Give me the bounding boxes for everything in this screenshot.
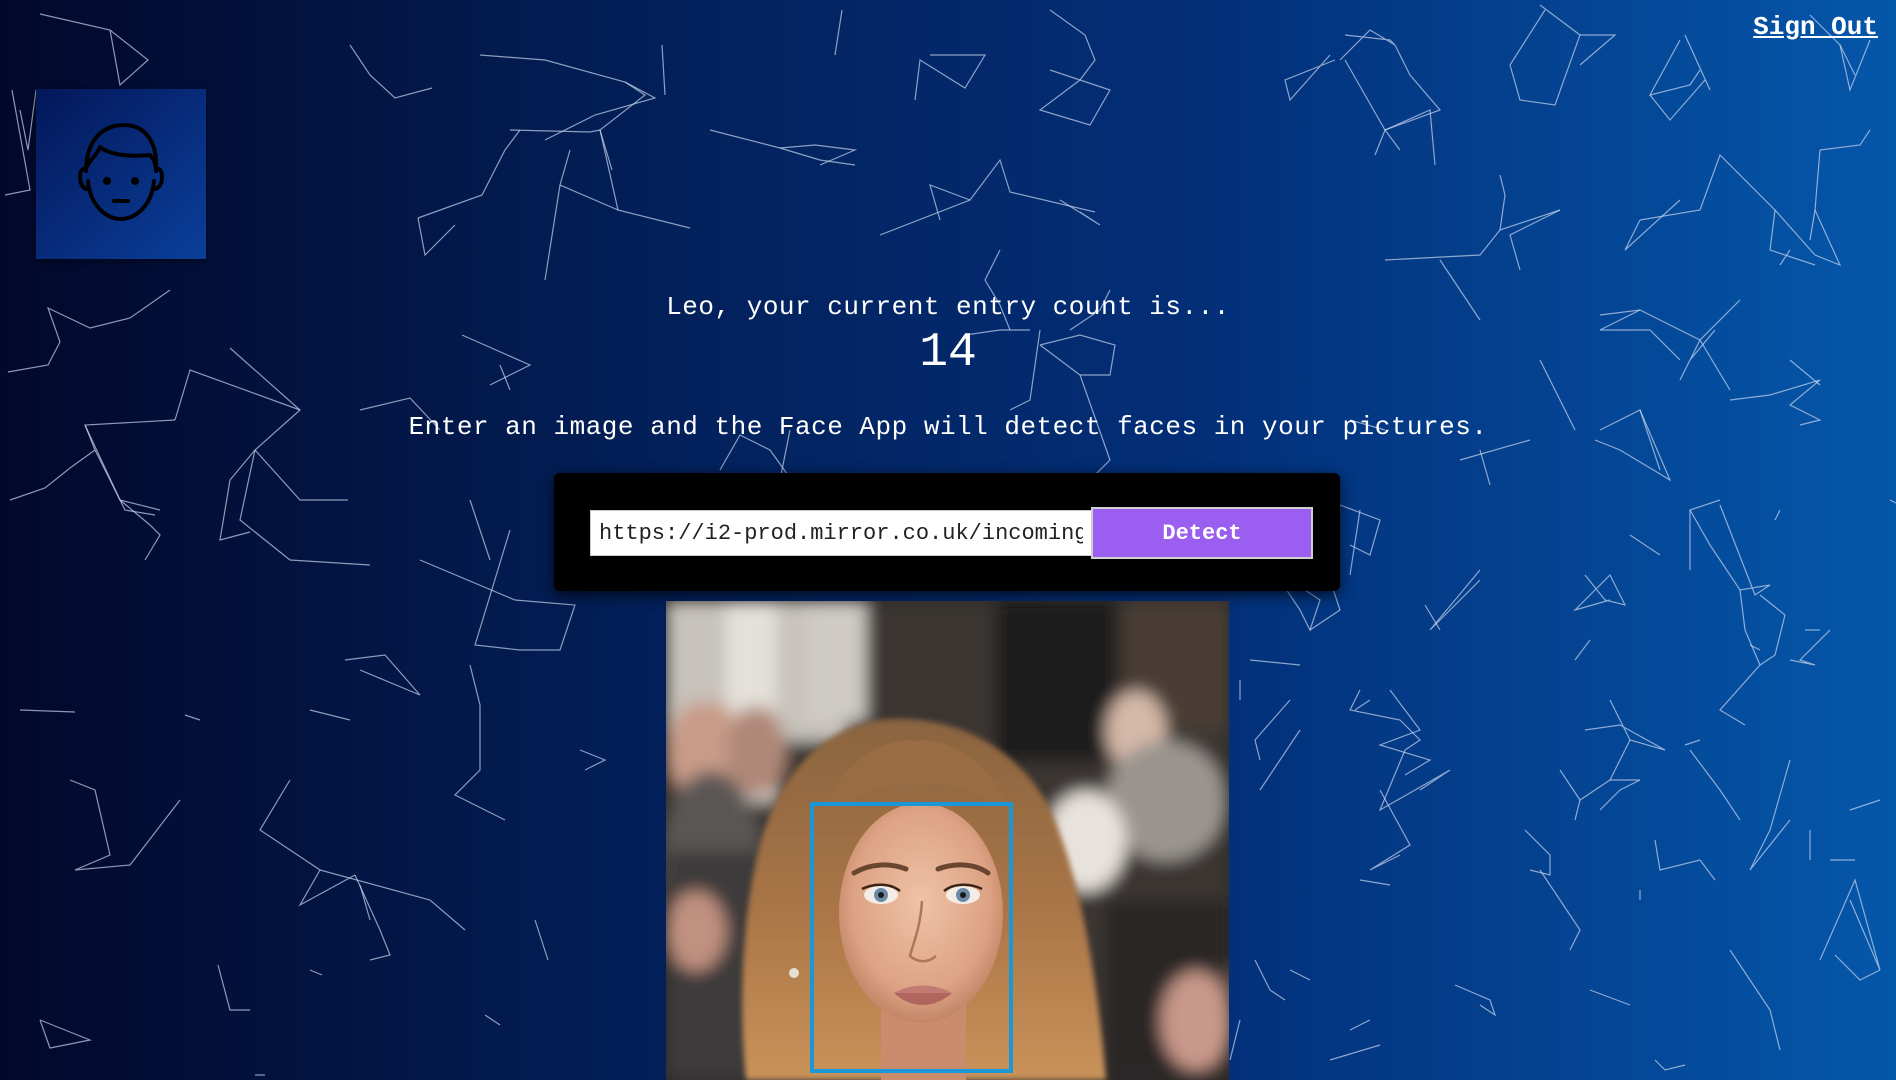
face-outline-icon <box>78 123 164 221</box>
entry-count-value: 14 <box>919 326 977 380</box>
instructions-text: Enter an image and the Face App will det… <box>408 412 1488 442</box>
image-url-form: Detect <box>554 473 1340 591</box>
result-image <box>666 601 1229 1080</box>
image-url-input[interactable] <box>590 510 1092 556</box>
entry-count-message: Leo, your current entry count is... <box>666 292 1230 322</box>
app-logo <box>36 89 206 259</box>
face-bounding-box <box>810 802 1013 1073</box>
sign-out-link[interactable]: Sign Out <box>1753 12 1878 42</box>
detect-button[interactable]: Detect <box>1091 507 1313 559</box>
